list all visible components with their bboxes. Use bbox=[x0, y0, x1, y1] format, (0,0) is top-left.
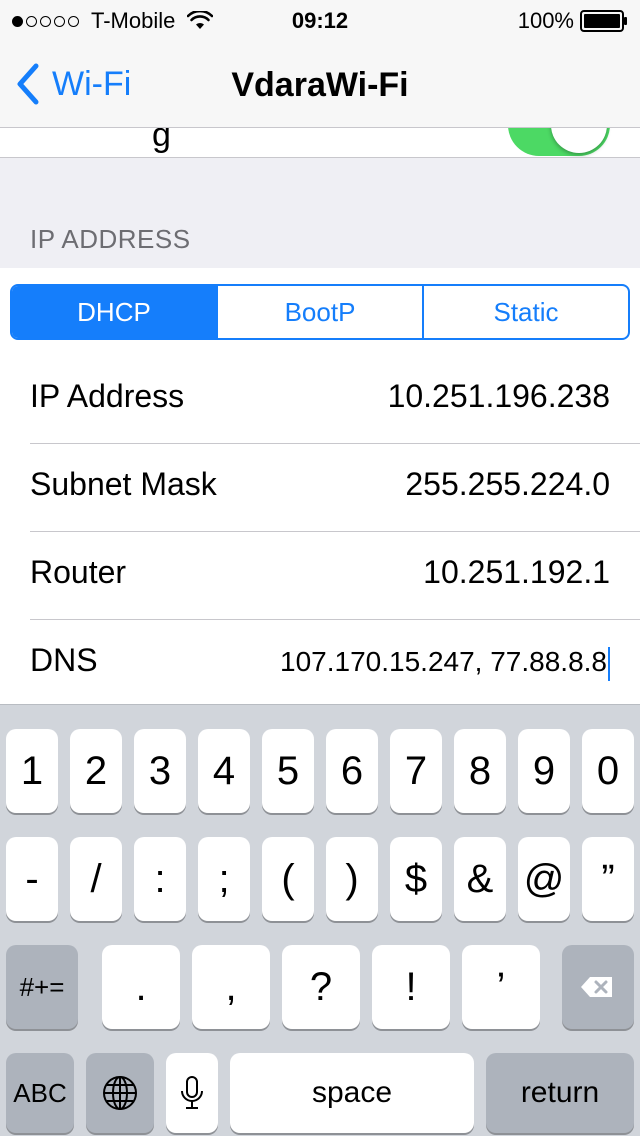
scrolled-settings-row: g bbox=[0, 128, 640, 158]
key-quote[interactable]: ” bbox=[582, 837, 634, 921]
key-8[interactable]: 8 bbox=[454, 729, 506, 813]
key-4[interactable]: 4 bbox=[198, 729, 250, 813]
dns-value: 107.170.15.247, 77.88.8.8 bbox=[280, 646, 607, 677]
subnet-mask-value: 255.255.224.0 bbox=[405, 466, 610, 502]
key-colon[interactable]: : bbox=[134, 837, 186, 921]
dns-label: DNS bbox=[30, 642, 98, 678]
key-9[interactable]: 9 bbox=[518, 729, 570, 813]
key-semicolon[interactable]: ; bbox=[198, 837, 250, 921]
battery-icon bbox=[580, 10, 627, 32]
router-value: 10.251.192.1 bbox=[423, 554, 610, 590]
key-slash[interactable]: / bbox=[70, 837, 122, 921]
key-ampersand[interactable]: & bbox=[454, 837, 506, 921]
key-period[interactable]: . bbox=[102, 945, 180, 1029]
segment-bootp[interactable]: BootP bbox=[218, 286, 424, 338]
key-0[interactable]: 0 bbox=[582, 729, 634, 813]
status-bar-right: 100% bbox=[518, 8, 628, 34]
delete-key[interactable] bbox=[562, 945, 634, 1029]
toggle-knob bbox=[551, 128, 607, 153]
key-3[interactable]: 3 bbox=[134, 729, 186, 813]
key-open-paren[interactable]: ( bbox=[262, 837, 314, 921]
dns-row[interactable]: DNS 107.170.15.247, 77.88.8.8 bbox=[0, 620, 640, 708]
key-at[interactable]: @ bbox=[518, 837, 570, 921]
key-question[interactable]: ? bbox=[282, 945, 360, 1029]
globe-icon bbox=[103, 1076, 137, 1110]
key-apostrophe[interactable]: ’ bbox=[462, 945, 540, 1029]
battery-percent: 100% bbox=[517, 8, 574, 33]
key-6[interactable]: 6 bbox=[326, 729, 378, 813]
text-cursor bbox=[608, 646, 610, 681]
ip-address-row[interactable]: IP Address 10.251.196.238 bbox=[0, 356, 640, 444]
segment-dhcp[interactable]: DHCP bbox=[12, 286, 218, 338]
ip-mode-segmented-control: DHCP BootP Static bbox=[10, 284, 630, 340]
key-dollar[interactable]: $ bbox=[390, 837, 442, 921]
key-close-paren[interactable]: ) bbox=[326, 837, 378, 921]
ip-address-group: DHCP BootP Static IP Address 10.251.196.… bbox=[0, 268, 640, 704]
key-exclamation[interactable]: ! bbox=[372, 945, 450, 1029]
toggle-switch[interactable] bbox=[508, 128, 610, 156]
ip-address-value: 10.251.196.238 bbox=[387, 378, 610, 414]
microphone-key[interactable] bbox=[166, 1053, 218, 1133]
key-hyphen[interactable]: - bbox=[6, 837, 58, 921]
key-7[interactable]: 7 bbox=[390, 729, 442, 813]
numeric-keyboard: 1 2 3 4 5 6 7 8 9 0 - / : ; ( ) $ & @ ” … bbox=[0, 704, 640, 1136]
return-key[interactable]: return bbox=[486, 1053, 634, 1133]
subnet-mask-label: Subnet Mask bbox=[30, 466, 217, 502]
microphone-icon bbox=[181, 1076, 203, 1109]
key-5[interactable]: 5 bbox=[262, 729, 314, 813]
key-more-symbols[interactable]: #+= bbox=[6, 945, 78, 1029]
subnet-mask-row[interactable]: Subnet Mask 255.255.224.0 bbox=[0, 444, 640, 532]
segment-static[interactable]: Static bbox=[424, 286, 628, 338]
ip-address-label: IP Address bbox=[30, 378, 185, 414]
router-label: Router bbox=[30, 554, 127, 590]
key-2[interactable]: 2 bbox=[70, 729, 122, 813]
router-row[interactable]: Router 10.251.192.1 bbox=[0, 532, 640, 620]
dns-field[interactable]: 107.170.15.247, 77.88.8.8 bbox=[280, 646, 610, 681]
page-title: VdaraWi-Fi bbox=[231, 66, 409, 104]
status-bar: T-Mobile 09:12 100% bbox=[0, 0, 640, 40]
row-label-fragment: g bbox=[152, 128, 171, 154]
key-1[interactable]: 1 bbox=[6, 729, 58, 813]
section-header: IP ADDRESS bbox=[30, 224, 191, 254]
globe-key[interactable] bbox=[86, 1053, 154, 1133]
key-abc[interactable]: ABC bbox=[6, 1053, 74, 1133]
space-key[interactable]: space bbox=[230, 1053, 474, 1133]
key-comma[interactable]: , bbox=[192, 945, 270, 1029]
delete-icon bbox=[581, 977, 612, 997]
navigation-bar: Wi-Fi VdaraWi-Fi bbox=[0, 40, 640, 128]
